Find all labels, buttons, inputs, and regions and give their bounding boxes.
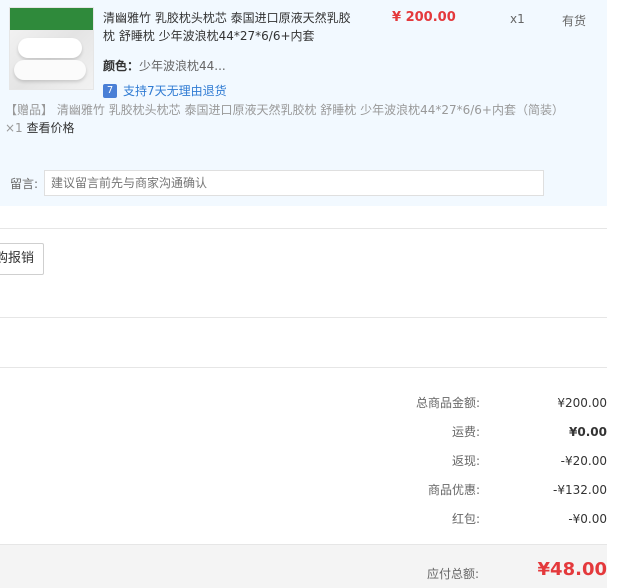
summary-value: -¥132.00 (553, 482, 607, 497)
product-title[interactable]: 清幽雅竹 乳胶枕头枕芯 泰国进口原液天然乳胶枕 舒睡枕 少年波浪枕44*27*6… (103, 9, 353, 45)
pillow-image-bottom (14, 60, 86, 80)
product-color: 颜色：少年波浪枕44... (103, 57, 226, 74)
divider (0, 317, 607, 318)
summary-goods-total: 总商品金额: ¥200.00 (340, 394, 607, 411)
check-price-link[interactable]: 查看价格 (27, 121, 75, 135)
invoice-button[interactable]: 购报销 (0, 243, 44, 275)
stock-status: 有货 (562, 14, 587, 28)
summary-value: ¥200.00 (557, 395, 607, 410)
summary-red-packet: 红包: -¥0.00 (340, 510, 607, 527)
order-message: 留言: (10, 170, 545, 196)
payable-total-label: 应付总额: (426, 567, 479, 581)
summary-label: 总商品金额: (415, 396, 480, 410)
seven-day-return-icon: 7 (103, 83, 117, 98)
summary-cashback: 返现: -¥20.00 (340, 452, 607, 469)
summary-discount: 商品优惠: -¥132.00 (340, 481, 607, 498)
order-item-panel: 清幽雅竹 乳胶枕头枕芯 泰国进口原液天然乳胶枕 舒睡枕 少年波浪枕44*27*6… (0, 0, 607, 206)
message-label: 留言: (10, 176, 39, 191)
summary-label: 运费: (451, 425, 480, 439)
message-input[interactable] (44, 170, 545, 196)
product-color-label: 颜色： (103, 59, 140, 73)
payable-total-value: ¥48.00 (537, 559, 607, 580)
gift-text: 【赠品】 清幽雅竹 乳胶枕头枕芯 泰国进口原液天然乳胶枕 舒睡枕 少年波浪枕44… (5, 103, 564, 135)
summary-label: 商品优惠: (427, 483, 480, 497)
return-policy[interactable]: 7 支持7天无理由退货 (103, 82, 227, 99)
pillow-image-top (18, 38, 82, 58)
summary-value: -¥20.00 (560, 453, 607, 468)
divider (0, 228, 607, 229)
product-quantity: x1 (510, 12, 525, 26)
summary-value: ¥0.00 (569, 424, 607, 439)
summary-label: 红包: (451, 512, 480, 526)
product-thumbnail-banner (10, 8, 93, 30)
return-policy-text: 支持7天无理由退货 (123, 84, 227, 98)
summary-value: -¥0.00 (568, 511, 607, 526)
payable-total-bar: 应付总额: ¥48.00 (0, 544, 607, 588)
gift-item: 【赠品】 清幽雅竹 乳胶枕头枕芯 泰国进口原液天然乳胶枕 舒睡枕 少年波浪枕44… (5, 101, 565, 137)
summary-label: 返现: (451, 454, 480, 468)
summary-shipping: 运费: ¥0.00 (340, 423, 607, 440)
product-price: ¥ 200.00 (392, 10, 456, 25)
product-color-value: 少年波浪枕44... (139, 59, 226, 73)
divider (0, 367, 607, 368)
product-thumbnail[interactable] (9, 7, 94, 90)
